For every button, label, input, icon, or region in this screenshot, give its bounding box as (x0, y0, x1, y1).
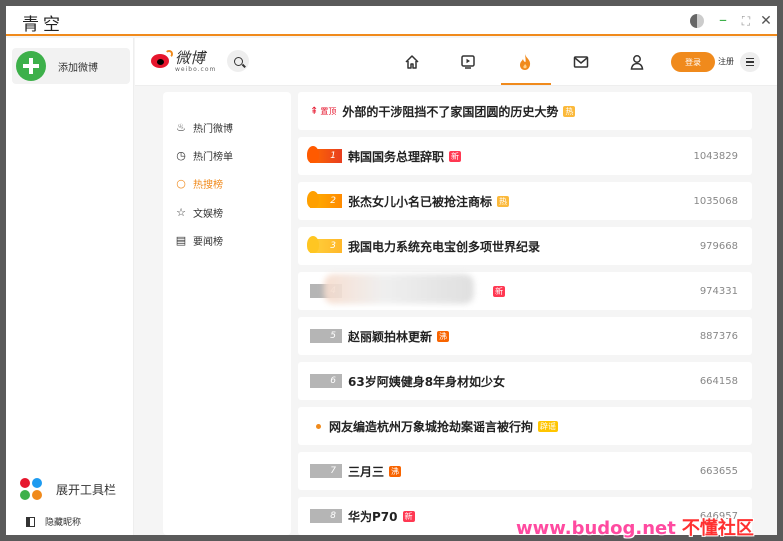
left-sidebar: 添加微博 展开工具栏 隐藏昵称 (6, 38, 134, 535)
close-icon[interactable]: ✕ (758, 13, 774, 29)
clock-icon: ◷ (176, 149, 186, 162)
topic-text: 韩国国务总理辞职 (348, 149, 445, 164)
list-item[interactable]: 5 赵丽颖拍林更新 沸 887376 (298, 317, 752, 355)
search-icon (233, 56, 243, 66)
heat-count: 887376 (699, 330, 738, 342)
tag-badge: 热 (563, 105, 576, 117)
subnav-item-hot-lists[interactable]: ◷ 热门榜单 (175, 148, 233, 163)
bullet-dot (316, 423, 321, 429)
header-bar: 微博 weibo.com 登录 注册 (135, 38, 777, 86)
topic-text: 张杰女儿小名已被抢注商标 (348, 194, 493, 209)
hide-nickname-toggle[interactable]: 隐藏昵称 (26, 515, 81, 528)
rank-badge: 5 (310, 329, 342, 343)
mail-icon[interactable] (569, 50, 593, 74)
rank-badge: 6 (310, 374, 342, 388)
pinned-row[interactable]: ⇞ 置顶 外部的干涉阻挡不了家国团圆的历史大势 热 (298, 92, 752, 130)
list-item[interactable]: 7 三月三 沸 663655 (298, 452, 752, 490)
menu-icon[interactable] (740, 52, 760, 72)
minimize-icon[interactable]: – (715, 10, 731, 29)
pin-arrow-icon: ⇞ (310, 105, 319, 117)
maximize-icon[interactable]: ⛶ (738, 13, 754, 29)
site-watermark: www.budog.net 不懂社区 (516, 518, 754, 539)
heat-count: 664158 (699, 375, 738, 387)
tag-badge: 新 (402, 510, 415, 522)
tag-badge: 新 (449, 150, 462, 162)
weibo-logo[interactable]: 微博 weibo.com (151, 50, 216, 73)
subnav-item-hot-search[interactable]: ○ 热搜榜 (175, 176, 223, 191)
heat-count: 663655 (699, 465, 738, 477)
topic-text: 63岁阿姨健身8年身材如少女 (348, 374, 506, 389)
compose-label: 添加微博 (58, 62, 98, 74)
title-bar: 青空 – ⛶ ✕ (6, 6, 777, 36)
news-icon: ▤ (175, 234, 187, 247)
subnav-item-news[interactable]: ▤ 要闻榜 (175, 233, 223, 248)
theme-toggle-icon[interactable] (689, 13, 705, 29)
topic-text: 我国电力系统充电宝创多项世界纪录 (348, 239, 541, 254)
search-icon: ○ (176, 177, 186, 190)
rank-badge: 2 (307, 191, 342, 208)
search-button[interactable] (227, 50, 249, 72)
heat-count: 1043829 (693, 150, 738, 162)
plus-icon (16, 51, 46, 81)
hide-nickname-label: 隐藏昵称 (45, 518, 82, 528)
rank-badge: 7 (310, 464, 342, 478)
star-icon: ☆ (176, 206, 186, 219)
hot-category-nav: ♨ 热门微博 ◷ 热门榜单 ○ 热搜榜 ☆ 文娱榜 ▤ 要闻榜 (163, 92, 291, 535)
tag-badge: 新 (493, 285, 505, 297)
window-title: 青空 (22, 15, 64, 35)
hot-weibo-icon: ♨ (176, 121, 186, 134)
tag-badge: 热 (497, 195, 510, 207)
topic-text: 赵丽颖拍林更新 (348, 329, 433, 344)
subnav-item-hot-weibo[interactable]: ♨ 热门微博 (175, 120, 233, 135)
brand-name: 微博 (175, 49, 206, 67)
list-item[interactable]: 3 我国电力系统充电宝创多项世界纪录 979668 (298, 227, 752, 265)
video-icon[interactable] (456, 50, 480, 74)
topic-text: 三月三 (348, 464, 385, 479)
rank-badge: 1 (307, 146, 342, 163)
active-tab-indicator (501, 83, 551, 85)
tag-badge: 沸 (389, 465, 402, 477)
hot-icon[interactable] (513, 50, 537, 74)
compose-button[interactable]: 添加微博 (12, 48, 130, 84)
rank-badge: 8 (310, 509, 342, 523)
register-link[interactable]: 注册 (718, 56, 734, 67)
login-button[interactable]: 登录 (671, 52, 715, 72)
heat-count: 979668 (699, 240, 738, 252)
list-item[interactable]: 4 新 974331 (298, 272, 752, 310)
user-icon[interactable] (625, 50, 649, 74)
rank-badge: 3 (307, 236, 342, 253)
topic-text: 华为P70 (348, 509, 398, 524)
topic-text: 外部的干涉阻挡不了家国团圆的历史大势 (342, 104, 559, 119)
brand-domain: weibo.com (175, 66, 217, 73)
list-item[interactable]: 1 韩国国务总理辞职 新 1043829 (298, 137, 752, 175)
blurred-overlay (324, 274, 474, 304)
heat-count: 974331 (699, 285, 738, 297)
hot-search-list: ⇞ 置顶 外部的干涉阻挡不了家国团圆的历史大势 热 1 韩国国务总理辞职 新 1… (298, 92, 752, 535)
heat-count: 1035068 (693, 195, 738, 207)
app-window: 青空 – ⛶ ✕ 添加微博 展开工具栏 隐藏昵称 微博 weibo.com 登录… (0, 0, 783, 541)
list-item[interactable]: 2 张杰女儿小名已被抢注商标 热 1035068 (298, 182, 752, 220)
tag-badge: 沸 (437, 330, 450, 342)
subnav-item-entertainment[interactable]: ☆ 文娱榜 (175, 205, 223, 220)
tag-badge: 辟谣 (538, 420, 559, 432)
expand-toolbar-label: 展开工具栏 (56, 482, 117, 497)
apps-icon (20, 478, 42, 500)
expand-toolbar-button[interactable]: 展开工具栏 (20, 478, 116, 500)
list-item[interactable]: 网友编造杭州万象城抢劫案谣言被行拘 辟谣 (298, 407, 752, 445)
pinned-badge: ⇞ 置顶 (310, 105, 337, 117)
topic-text: 网友编造杭州万象城抢劫案谣言被行拘 (329, 419, 534, 434)
panel-icon (26, 516, 35, 527)
list-item[interactable]: 6 63岁阿姨健身8年身材如少女 664158 (298, 362, 752, 400)
weibo-eye-icon (151, 50, 173, 68)
home-icon[interactable] (400, 50, 424, 74)
